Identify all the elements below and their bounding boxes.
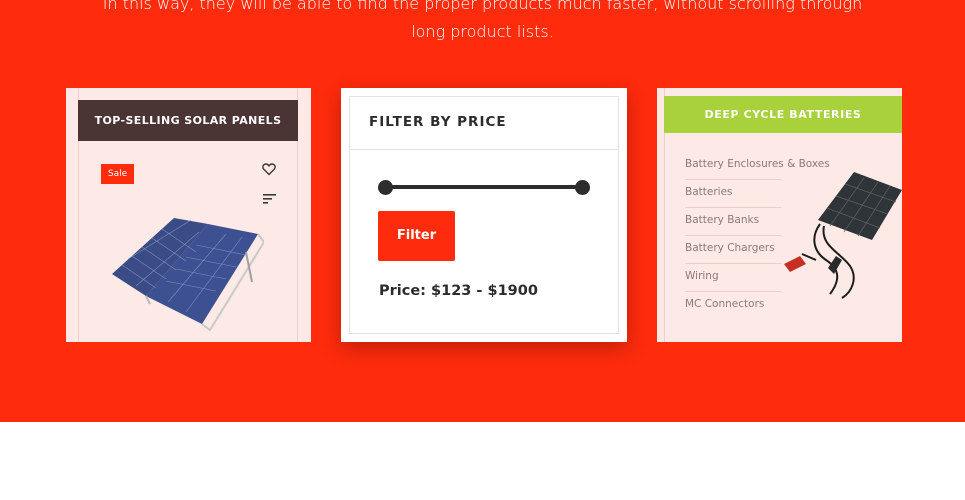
category-link[interactable]: Battery Chargers <box>685 237 781 264</box>
intro-text-line-2: long product lists. <box>411 22 554 41</box>
filter-card-divider <box>349 149 619 150</box>
filter-button[interactable]: Filter <box>378 211 455 261</box>
price-range-text: Price: $123 - $1900 <box>379 283 538 299</box>
solar-panel-image <box>112 218 264 332</box>
price-range-slider[interactable] <box>386 185 582 189</box>
filter-by-price-title: FILTER BY PRICE <box>369 114 507 130</box>
sort-icon[interactable] <box>263 193 276 205</box>
category-link[interactable]: Battery Enclosures & Boxes <box>685 153 830 180</box>
battery-category-list: Battery Enclosures & Boxes Batteries Bat… <box>685 153 830 320</box>
deep-cycle-batteries-title: DEEP CYCLE BATTERIES <box>664 96 902 133</box>
category-link[interactable]: Battery Banks <box>685 209 781 236</box>
heart-icon[interactable] <box>262 162 276 176</box>
category-link[interactable]: Batteries <box>685 181 781 208</box>
sale-badge: Sale <box>101 164 134 184</box>
category-link[interactable]: MC Connectors <box>685 293 781 319</box>
category-link[interactable]: Wiring <box>685 265 781 292</box>
solar-panels-card-title: TOP-SELLING SOLAR PANELS <box>78 100 298 141</box>
battery-charger-image <box>784 172 902 299</box>
price-slider-min-handle[interactable] <box>378 180 393 195</box>
price-slider-max-handle[interactable] <box>575 180 590 195</box>
intro-text-line-1: In this way, they will be able to find t… <box>102 0 863 13</box>
